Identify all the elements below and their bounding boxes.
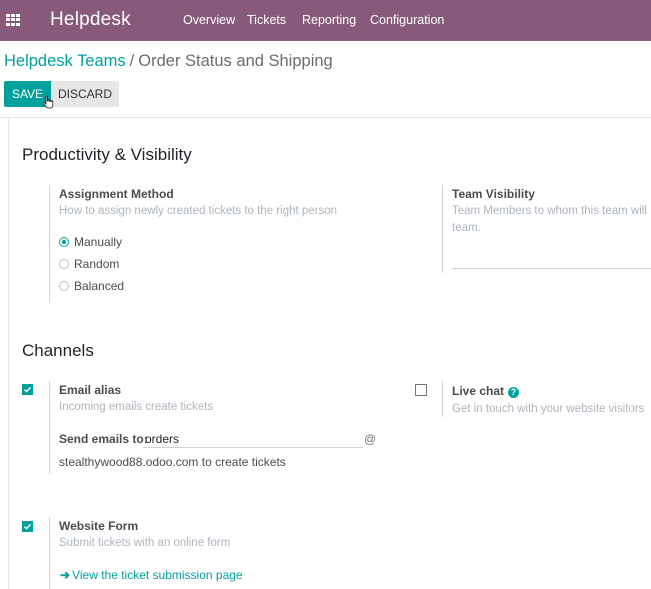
discard-button[interactable]: DISCARD [51, 81, 119, 107]
visibility-setting-bar [442, 185, 443, 273]
website-form-title: Website Form [59, 519, 139, 533]
breadcrumb-current: Order Status and Shipping [138, 52, 333, 70]
assignment-method-description: How to assign newly created tickets to t… [59, 205, 338, 217]
radio-manually-control[interactable] [59, 237, 69, 247]
team-visibility-input[interactable] [452, 268, 651, 269]
breadcrumb-helpdesk-teams[interactable]: Helpdesk Teams [4, 52, 126, 70]
section-title-productivity: Productivity & Visibility [22, 145, 192, 164]
section-title-channels: Channels [22, 341, 94, 360]
radio-random-control[interactable] [59, 259, 69, 269]
menu-tickets[interactable]: Tickets [247, 13, 286, 27]
sheet-left-border [8, 118, 9, 589]
website-form-description: Submit tickets with an online form [59, 537, 231, 549]
email-alias-input[interactable] [143, 431, 363, 448]
team-visibility-title: Team Visibility [452, 187, 535, 201]
live-chat-checkbox[interactable] [415, 384, 427, 396]
live-chat-title-text: Live chat [452, 384, 505, 398]
radio-manually-label: Manually [74, 235, 123, 249]
email-alias-description: Incoming emails create tickets [59, 401, 214, 413]
radio-balanced-label: Balanced [74, 279, 125, 293]
breadcrumb: Helpdesk Teams / Order Status and Shipping [4, 52, 333, 71]
ticket-submission-link[interactable]: ➔ View the ticket submission page [60, 568, 243, 582]
live-chat-setting-bar [442, 381, 443, 417]
assignment-method-title: Assignment Method [59, 187, 174, 201]
help-question-icon[interactable]: ? [508, 387, 520, 398]
send-emails-to-label: Send emails to: [59, 432, 148, 446]
alias-at-sign: @ [364, 432, 377, 446]
radio-balanced[interactable]: Balanced [59, 279, 124, 293]
top-navbar: Helpdesk Overview Tickets Reporting Conf… [0, 0, 651, 41]
radio-random[interactable]: Random [59, 257, 119, 271]
email-alias-checkbox[interactable] [22, 384, 33, 395]
menu-overview[interactable]: Overview [183, 13, 235, 27]
team-visibility-description-1: Team Members to whom this team will [452, 205, 647, 217]
menu-configuration[interactable]: Configuration [370, 13, 444, 27]
alias-domain-text: stealthywood88.odoo.com to create ticket… [59, 455, 286, 469]
assignment-setting-bar [49, 185, 50, 303]
live-chat-description: Get in touch with your website visitors [452, 403, 645, 415]
app-brand[interactable]: Helpdesk [50, 9, 131, 31]
content-divider [0, 117, 651, 118]
live-chat-title: Live chat? [452, 384, 520, 398]
hand-pointer-cursor-icon [43, 95, 54, 109]
radio-random-label: Random [74, 257, 120, 271]
ticket-submission-link-text: View the ticket submission page [72, 568, 243, 582]
menu-reporting[interactable]: Reporting [302, 13, 356, 27]
email-alias-title: Email alias [59, 383, 122, 397]
website-form-checkbox[interactable] [22, 521, 33, 532]
team-visibility-description-2: team. [452, 222, 481, 234]
breadcrumb-separator: / [129, 52, 135, 70]
apps-grid-icon[interactable] [6, 14, 20, 26]
radio-manually[interactable]: Manually [59, 235, 122, 249]
email-alias-setting-bar [49, 381, 50, 474]
arrow-right-icon: ➔ [60, 568, 71, 582]
website-form-setting-bar [49, 517, 50, 589]
radio-balanced-control[interactable] [59, 281, 69, 291]
